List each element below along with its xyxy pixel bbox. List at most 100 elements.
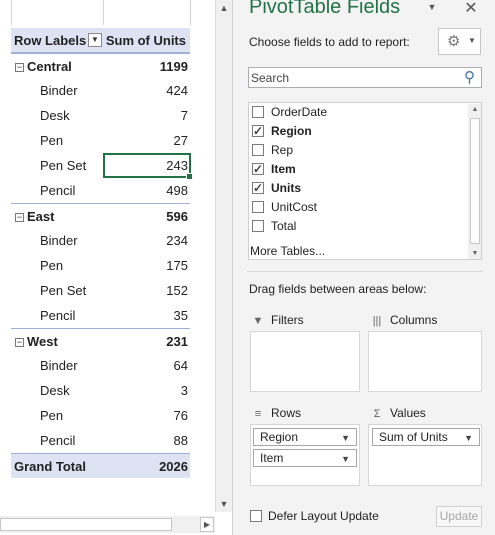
region-label[interactable]: − West: [15, 329, 58, 354]
field-label[interactable]: Region: [271, 124, 312, 138]
columns-drop-area[interactable]: [368, 331, 482, 392]
field-search-box[interactable]: ⚲: [248, 67, 482, 88]
item-label[interactable]: Desk: [40, 103, 70, 128]
field-checkbox[interactable]: [252, 160, 264, 179]
pivot-region-row[interactable]: − Central 1199: [11, 53, 190, 78]
rows-field-chip-region[interactable]: Region ▼: [253, 428, 357, 446]
close-icon[interactable]: ✕: [463, 0, 479, 18]
field-item-orderdate[interactable]: OrderDate: [252, 103, 327, 122]
pivot-table[interactable]: Row Labels ▼ Sum of Units − Central 1199 Binde…: [11, 28, 193, 478]
pivot-item-row[interactable]: Binder 234: [11, 228, 190, 253]
item-value[interactable]: 64: [174, 353, 188, 378]
grand-total-row[interactable]: Grand Total 2026: [11, 453, 190, 478]
item-label[interactable]: Pencil: [40, 428, 75, 453]
worksheet-grid[interactable]: Row Labels ▼ Sum of Units − Central 1199 Binde…: [0, 0, 215, 535]
field-checkbox[interactable]: [252, 201, 264, 213]
scroll-up-icon[interactable]: ▲: [216, 0, 232, 16]
pivot-region-row[interactable]: − West 231: [11, 328, 190, 353]
scroll-right-icon[interactable]: ▶: [200, 517, 214, 532]
field-item-total[interactable]: Total: [252, 217, 296, 236]
pivot-region-row[interactable]: − East 596: [11, 203, 190, 228]
field-checkbox[interactable]: [252, 106, 264, 118]
field-label[interactable]: Total: [271, 219, 296, 233]
pivot-item-row[interactable]: Pen 76: [11, 403, 190, 428]
item-value[interactable]: 27: [174, 128, 188, 153]
item-label[interactable]: Binder: [40, 78, 78, 103]
chevron-down-icon[interactable]: ▼: [341, 430, 350, 446]
item-label[interactable]: Pencil: [40, 178, 75, 203]
item-label[interactable]: Pen Set: [40, 278, 86, 303]
scroll-up-icon[interactable]: ▲: [468, 104, 481, 116]
field-checkbox[interactable]: [252, 144, 264, 156]
item-value[interactable]: 175: [166, 253, 188, 278]
item-value[interactable]: 35: [174, 303, 188, 328]
item-label[interactable]: Pen: [40, 403, 63, 428]
pivot-item-row[interactable]: Desk 7: [11, 103, 190, 128]
field-list-scrollbar[interactable]: ▲ ▼: [468, 104, 481, 259]
rows-drop-area[interactable]: Region ▼ Item ▼: [250, 424, 360, 486]
field-label[interactable]: UnitCost: [271, 200, 317, 214]
selected-cell-outline[interactable]: [103, 153, 193, 180]
item-label[interactable]: Binder: [40, 353, 78, 378]
sheet-horizontal-scrollbar[interactable]: ▶: [0, 516, 215, 533]
region-label[interactable]: − East: [15, 204, 54, 229]
field-checkbox[interactable]: [252, 220, 264, 232]
field-checkbox[interactable]: [252, 122, 264, 141]
item-value[interactable]: 152: [166, 278, 188, 303]
scroll-down-icon[interactable]: ▼: [216, 496, 232, 512]
field-item-units[interactable]: Units: [252, 179, 301, 198]
collapse-icon[interactable]: −: [15, 63, 24, 72]
item-value[interactable]: 3: [181, 378, 188, 403]
field-label[interactable]: Rep: [271, 143, 293, 157]
scroll-down-icon[interactable]: ▼: [468, 248, 481, 259]
item-value[interactable]: 234: [166, 228, 188, 253]
more-tables-link[interactable]: More Tables...: [250, 244, 325, 258]
tools-button[interactable]: ⚙ ▼: [438, 28, 481, 55]
search-icon[interactable]: ⚲: [464, 68, 475, 86]
pane-options-dropdown-icon[interactable]: ▼: [426, 2, 438, 12]
pivot-item-row[interactable]: Pen Set 243: [11, 153, 193, 180]
field-checkbox[interactable]: [252, 179, 264, 198]
pivot-item-row[interactable]: Pencil 88: [11, 428, 190, 453]
filter-dropdown-icon[interactable]: ▼: [88, 33, 102, 47]
pivot-item-row[interactable]: Pencil 35: [11, 303, 190, 328]
search-input[interactable]: [251, 69, 456, 86]
values-field-chip-sum-of-units[interactable]: Sum of Units ▼: [372, 428, 480, 446]
item-value[interactable]: 7: [181, 103, 188, 128]
field-item-region[interactable]: Region: [252, 122, 312, 141]
chevron-down-icon[interactable]: ▼: [341, 451, 350, 467]
sheet-vertical-scrollbar[interactable]: ▲ ▼: [215, 0, 232, 512]
sum-of-units-header[interactable]: Sum of Units: [106, 28, 186, 53]
defer-layout-update[interactable]: Defer Layout Update: [250, 509, 379, 523]
filters-drop-area[interactable]: [250, 331, 360, 392]
chevron-down-icon[interactable]: ▼: [464, 430, 473, 446]
item-value[interactable]: 76: [174, 403, 188, 428]
region-label[interactable]: − Central: [15, 54, 72, 79]
pivot-item-row[interactable]: Pen 175: [11, 253, 190, 278]
item-value[interactable]: 88: [174, 428, 188, 453]
pivot-item-row[interactable]: Pencil 498: [11, 178, 190, 203]
item-label[interactable]: Pen: [40, 128, 63, 153]
rows-field-chip-item[interactable]: Item ▼: [253, 449, 357, 467]
pivot-item-row[interactable]: Binder 424: [11, 78, 190, 103]
item-label[interactable]: Pencil: [40, 303, 75, 328]
item-label[interactable]: Pen: [40, 253, 63, 278]
item-value[interactable]: 498: [166, 178, 188, 203]
item-label[interactable]: Desk: [40, 378, 70, 403]
field-label[interactable]: OrderDate: [271, 105, 327, 119]
collapse-icon[interactable]: −: [15, 213, 24, 222]
field-list-scroll-thumb[interactable]: [470, 118, 480, 244]
pivot-item-row[interactable]: Desk 3: [11, 378, 190, 403]
item-value[interactable]: 424: [166, 78, 188, 103]
item-label[interactable]: Pen Set: [40, 153, 86, 178]
pivot-item-row[interactable]: Pen 27: [11, 128, 190, 153]
row-labels-header[interactable]: Row Labels: [14, 28, 86, 53]
field-list[interactable]: OrderDate Region Rep Item Units UnitCost Total…: [248, 102, 482, 260]
field-label[interactable]: Item: [271, 162, 296, 176]
field-item-rep[interactable]: Rep: [252, 141, 293, 160]
field-label[interactable]: Units: [271, 181, 301, 195]
pivot-item-row[interactable]: Binder 64: [11, 353, 190, 378]
field-item-unitcost[interactable]: UnitCost: [252, 198, 317, 217]
values-drop-area[interactable]: Sum of Units ▼: [368, 424, 482, 486]
defer-checkbox[interactable]: [250, 510, 262, 522]
